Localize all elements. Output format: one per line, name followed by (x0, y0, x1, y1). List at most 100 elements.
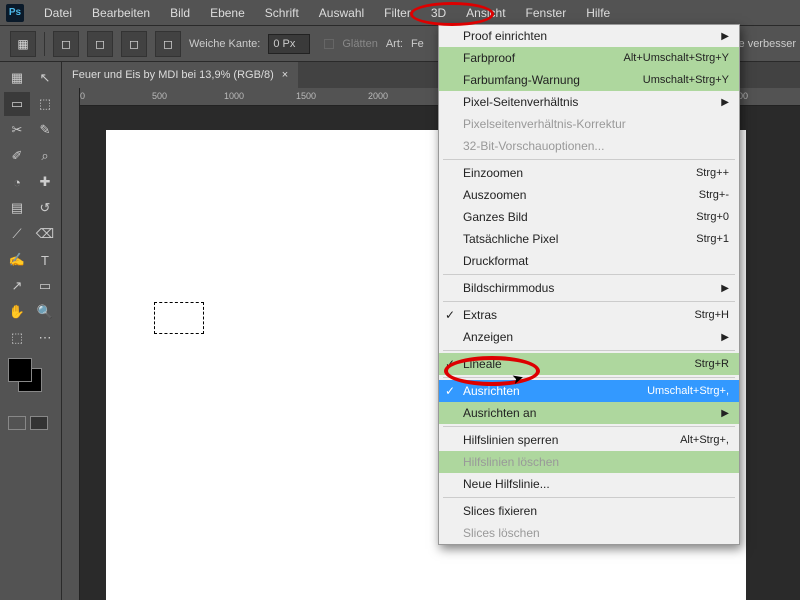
selection-new-icon[interactable]: ◻ (53, 31, 79, 57)
tool-13[interactable]: ⌫ (32, 222, 58, 246)
menuitem-hilfslinien-sperren[interactable]: Hilfslinien sperrenAlt+Strg+, (439, 429, 739, 451)
style-label: Art: (386, 38, 403, 50)
view-menu-dropdown: Proof einrichten▶FarbproofAlt+Umschalt+S… (438, 24, 740, 545)
menu-datei[interactable]: Datei (34, 2, 82, 24)
tool-8[interactable]: ◔ (4, 170, 30, 194)
menuitem-label: Bildschirmmodus (463, 281, 554, 295)
menuitem-label: Lineale (463, 357, 502, 371)
menuitem-label: Pixel-Seitenverhältnis (463, 95, 578, 109)
menu-filter[interactable]: Filter (374, 2, 421, 24)
ruler-tick: 1000 (224, 91, 244, 101)
toolbox: ▦↖▭⬚✂✎✐⌕◔✚▤↺⟋⌫✍T↗▭✋🔍⬚⋯ (0, 62, 62, 600)
selection-add-icon[interactable]: ◻ (87, 31, 113, 57)
tool-21[interactable]: ⋯ (32, 326, 58, 350)
tool-20[interactable]: ⬚ (4, 326, 30, 350)
menuitem-label: Farbumfang-Warnung (463, 73, 580, 87)
menuitem-label: Pixelseitenverhältnis-Korrektur (463, 117, 626, 131)
tool-0[interactable]: ▦ (4, 66, 30, 90)
selection-int-icon[interactable]: ◻ (155, 31, 181, 57)
menuitem-proof-einrichten[interactable]: Proof einrichten▶ (439, 25, 739, 47)
menu-hilfe[interactable]: Hilfe (576, 2, 620, 24)
menu-fenster[interactable]: Fenster (516, 2, 577, 24)
menuitem-bildschirmmodus[interactable]: Bildschirmmodus ▶ (439, 277, 739, 299)
menu-auswahl[interactable]: Auswahl (309, 2, 374, 24)
shortcut-label: Alt+Strg+, (680, 434, 729, 446)
submenu-arrow-icon: ▶ (721, 283, 729, 294)
shortcut-label: Umschalt+Strg+Y (643, 74, 729, 86)
menuitem-druckformat[interactable]: Druckformat (439, 250, 739, 272)
menuitem-label: Ganzes Bild (463, 210, 528, 224)
color-swatches[interactable] (8, 358, 48, 398)
document-tab[interactable]: Feuer und Eis by MDI bei 13,9% (RGB/8) × (62, 62, 298, 88)
menuitem-auszoomen[interactable]: AuszoomenStrg+- (439, 184, 739, 206)
menu-bearbeiten[interactable]: Bearbeiten (82, 2, 160, 24)
ruler-vertical (62, 88, 80, 600)
app-logo: Ps (6, 4, 24, 22)
shortcut-label: Alt+Umschalt+Strg+Y (624, 52, 729, 64)
menuitem-ausrichten[interactable]: AusrichtenUmschalt+Strg+, (439, 380, 739, 402)
shortcut-label: Umschalt+Strg+, (647, 385, 729, 397)
quickmask-icon[interactable] (30, 416, 48, 430)
menu-schrift[interactable]: Schrift (255, 2, 309, 24)
menuitem-label: Auszoomen (463, 188, 526, 202)
menu-bild[interactable]: Bild (160, 2, 200, 24)
menu-ebene[interactable]: Ebene (200, 2, 255, 24)
feather-label: Weiche Kante: (189, 38, 260, 50)
ruler-tick: 1500 (296, 91, 316, 101)
tool-6[interactable]: ✐ (4, 144, 30, 168)
menuitem-slices-fixieren[interactable]: Slices fixieren (439, 500, 739, 522)
tool-16[interactable]: ↗ (4, 274, 30, 298)
tool-11[interactable]: ↺ (32, 196, 58, 220)
selection-sub-icon[interactable]: ◻ (121, 31, 147, 57)
menuitem-lineale[interactable]: LinealeStrg+R (439, 353, 739, 375)
menuitem-pixel-seitenverh-ltnis[interactable]: Pixel-Seitenverhältnis ▶ (439, 91, 739, 113)
menuitem-anzeigen[interactable]: Anzeigen ▶ (439, 326, 739, 348)
menuitem-pixelseitenverh-ltnis-korrektur: Pixelseitenverhältnis-Korrektur (439, 113, 739, 135)
menu-3d[interactable]: 3D (421, 2, 456, 24)
tool-12[interactable]: ⟋ (4, 222, 30, 246)
menuitem-extras[interactable]: ExtrasStrg+H (439, 304, 739, 326)
submenu-arrow-icon: ▶ (721, 97, 729, 108)
tool-14[interactable]: ✍ (4, 248, 30, 272)
antialias-label: Glätten (342, 38, 377, 50)
submenu-arrow-icon: ▶ (721, 332, 729, 343)
close-icon[interactable]: × (282, 69, 288, 81)
shortcut-label: Strg+1 (696, 233, 729, 245)
menuitem-farbproof[interactable]: FarbproofAlt+Umschalt+Strg+Y (439, 47, 739, 69)
tool-4[interactable]: ✂ (4, 118, 30, 142)
foreground-swatch[interactable] (8, 358, 32, 382)
tool-9[interactable]: ✚ (32, 170, 58, 194)
tool-10[interactable]: ▤ (4, 196, 30, 220)
tool-preset-icon[interactable]: ▦ (10, 31, 36, 57)
menuitem-hilfslinien-l-schen: Hilfslinien löschen (439, 451, 739, 473)
tool-2[interactable]: ▭ (4, 92, 30, 116)
menuitem-label: Slices löschen (463, 526, 540, 540)
shortcut-label: Strg+H (694, 309, 729, 321)
feather-input[interactable]: 0 Px (268, 34, 310, 54)
menuitem-einzoomen[interactable]: EinzoomenStrg++ (439, 162, 739, 184)
menuitem-label: Proof einrichten (463, 29, 547, 43)
shortcut-label: Strg++ (696, 167, 729, 179)
screen-mode-icon[interactable] (8, 416, 26, 430)
tool-7[interactable]: ⌕ (32, 144, 58, 168)
menuitem-farbumfang-warnung[interactable]: Farbumfang-Warnung Umschalt+Strg+Y (439, 69, 739, 91)
menuitem-slices-l-schen: Slices löschen (439, 522, 739, 544)
menuitem-label: Tatsächliche Pixel (463, 232, 558, 246)
menuitem-label: Slices fixieren (463, 504, 537, 518)
tool-15[interactable]: T (32, 248, 58, 272)
menu-ansicht[interactable]: Ansicht (456, 2, 515, 24)
menuitem-label: Anzeigen (463, 330, 513, 344)
tool-5[interactable]: ✎ (32, 118, 58, 142)
antialias-checkbox[interactable] (324, 39, 334, 49)
tool-17[interactable]: ▭ (32, 274, 58, 298)
menuitem-tats-chliche-pixel[interactable]: Tatsächliche Pixel Strg+1 (439, 228, 739, 250)
menuitem-neue-hilfslinie-[interactable]: Neue Hilfslinie... (439, 473, 739, 495)
menuitem-ganzes-bild[interactable]: Ganzes BildStrg+0 (439, 206, 739, 228)
tool-1[interactable]: ↖ (32, 66, 58, 90)
menuitem-ausrichten-an[interactable]: Ausrichten an▶ (439, 402, 739, 424)
tool-18[interactable]: ✋ (4, 300, 30, 324)
tool-19[interactable]: 🔍 (32, 300, 58, 324)
marquee-selection (154, 302, 204, 334)
tool-3[interactable]: ⬚ (32, 92, 58, 116)
ruler-tick: 500 (152, 91, 167, 101)
